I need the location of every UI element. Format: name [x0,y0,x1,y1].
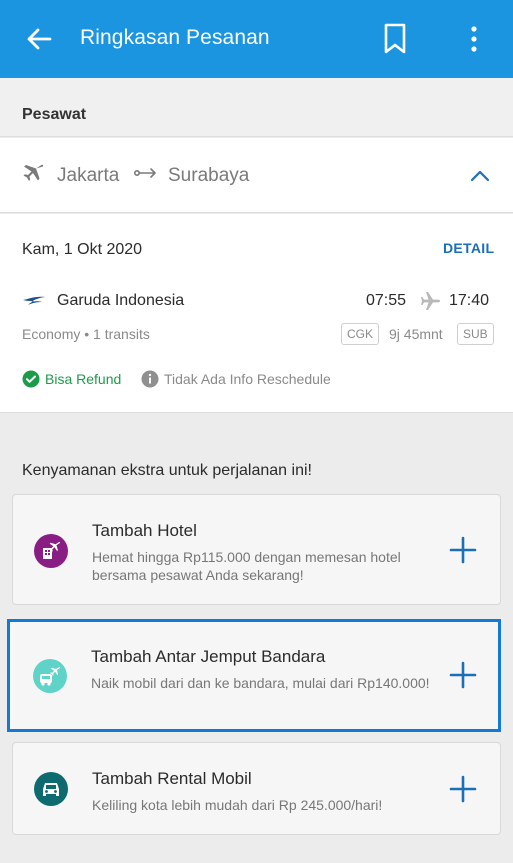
app-bar: Ringkasan Pesanan [0,0,513,78]
departure-time: 07:55 [366,292,407,309]
arrow-left-icon[interactable] [22,22,56,56]
route-summary[interactable]: Jakarta Surabaya [0,138,513,213]
plus-icon[interactable] [447,773,479,805]
flight-card: Kam, 1 Okt 2020 DETAIL Garuda Indonesia … [0,214,513,413]
garuda-logo-icon [22,292,46,313]
reschedule-status: Tidak Ada Info Reschedule [164,371,331,387]
flight-plane-icon [419,291,441,316]
more-vertical-icon[interactable] [460,20,488,58]
section-header: Pesawat [0,78,513,137]
cabin-transits: Economy • 1 transits [22,326,150,342]
arrival-time: 17:40 [449,292,490,309]
section-label: Pesawat [22,106,87,123]
hotel-plane-icon [34,534,68,568]
info-icon [141,370,159,393]
page-title: Ringkasan Pesanan [80,26,270,49]
add-car-rental-card[interactable]: Tambah Rental Mobil Keliling kota lebih … [12,742,501,835]
refund-status: Bisa Refund [45,371,122,387]
add-airport-transfer-card[interactable]: Tambah Antar Jemput Bandara Naik mobil d… [7,619,501,732]
origin-code-badge: CGK [341,323,380,345]
plus-icon[interactable] [447,534,479,566]
card-description: Keliling kota lebih mudah dari Rp 245.00… [92,797,383,813]
card-title: Tambah Hotel [92,521,197,540]
add-hotel-card[interactable]: Tambah Hotel Hemat hingga Rp115.000 deng… [12,494,501,605]
bookmark-icon[interactable] [378,20,412,58]
card-description: Hemat hingga Rp115.000 dengan memesan ho… [92,549,401,583]
check-circle-icon [22,370,40,393]
card-description: Naik mobil dari dan ke bandara, mulai da… [91,675,430,691]
route-origin: Jakarta [57,165,120,186]
destination-code-badge: SUB [457,323,494,345]
extras-heading: Kenyamanan ekstra untuk perjalanan ini! [22,462,312,479]
route-arrow-icon [133,166,158,185]
airport-transfer-icon [33,659,67,693]
card-title: Tambah Rental Mobil [92,769,252,788]
card-title: Tambah Antar Jemput Bandara [91,647,326,666]
plus-icon[interactable] [447,659,479,691]
flight-duration: 9j 45mnt [389,326,443,342]
detail-link[interactable]: DETAIL [443,240,494,256]
flight-date: Kam, 1 Okt 2020 [22,241,143,258]
airline-name: Garuda Indonesia [57,292,185,309]
car-rental-icon [34,772,68,806]
chevron-up-icon[interactable] [466,162,494,190]
route-destination: Surabaya [168,165,250,186]
plane-icon [21,162,45,191]
